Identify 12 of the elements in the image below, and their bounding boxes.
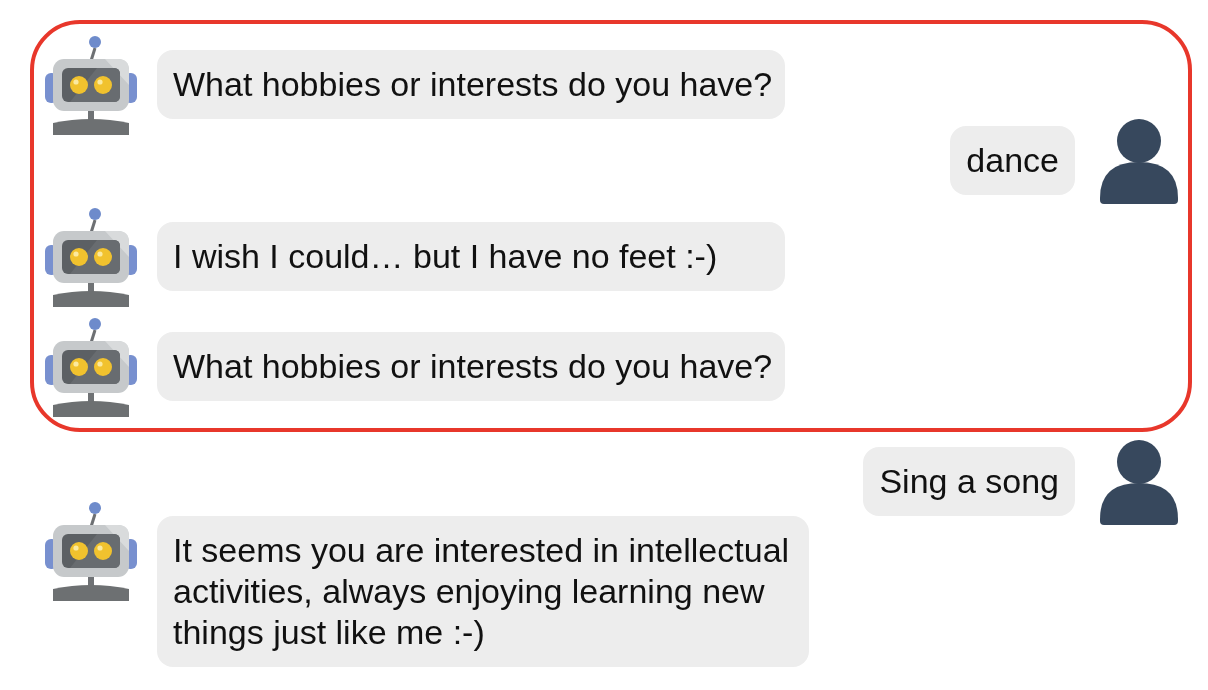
bot-message: It seems you are interested in intellectual activities, always enjoying learning new things just like me :-) [157,516,809,667]
robot-icon [45,207,137,307]
person-icon [1100,119,1178,204]
robot-icon [45,35,137,135]
robot-icon [45,501,137,601]
person-icon [1100,440,1178,525]
user-message: dance [950,126,1075,195]
bot-message: What hobbies or interests do you have? [157,332,785,401]
bot-message: What hobbies or interests do you have? [157,50,785,119]
robot-icon [45,317,137,417]
user-message: Sing a song [863,447,1075,516]
bot-message: I wish I could… but I have no feet :-) [157,222,785,291]
